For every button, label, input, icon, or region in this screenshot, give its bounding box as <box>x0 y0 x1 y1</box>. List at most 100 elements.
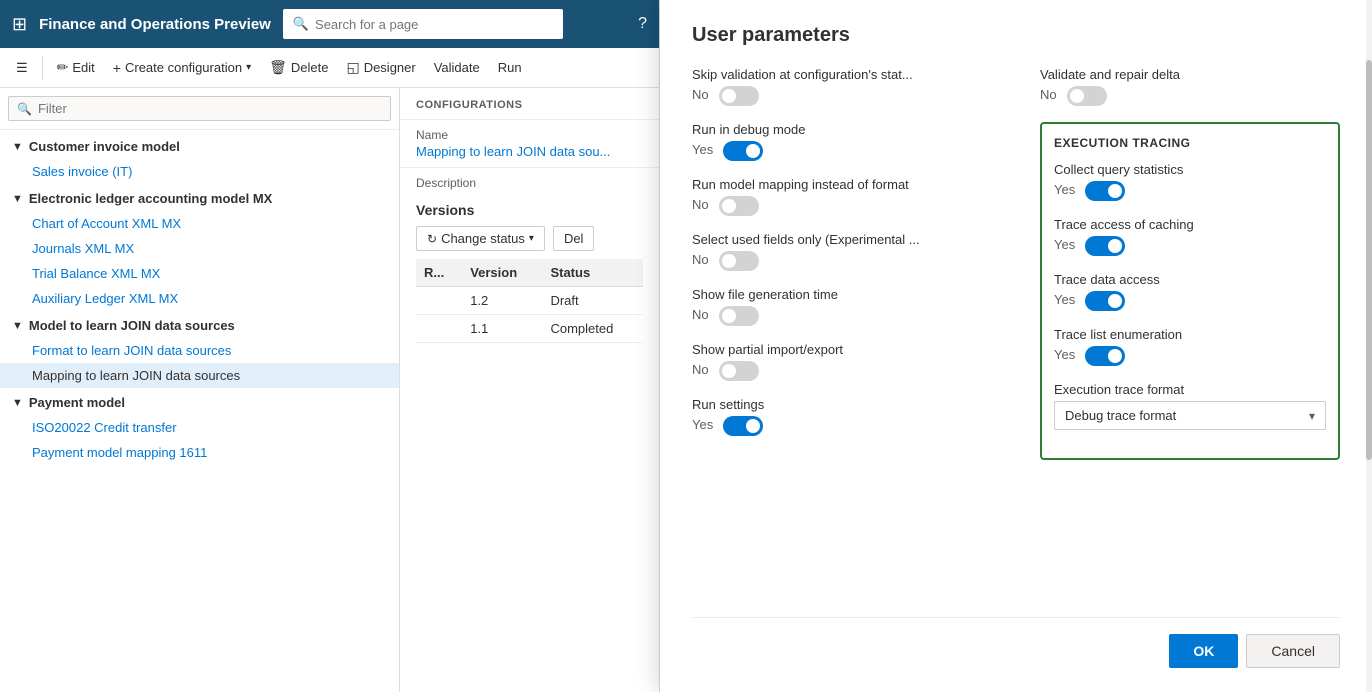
versions-section: Versions ↻ Change status ▾ Del R... <box>400 194 659 351</box>
scrollbar-thumb[interactable] <box>1366 60 1372 460</box>
param-show-partial: Show partial import/export No <box>692 342 991 381</box>
toggle-show-file-generation[interactable] <box>719 306 759 326</box>
help-icon[interactable]: ? <box>638 15 647 33</box>
filter-icon: 🔍 <box>17 102 32 116</box>
table-row[interactable]: 1.2 Draft <box>416 287 643 315</box>
toggle-run-debug[interactable] <box>723 141 763 161</box>
param-execution-trace-format: Execution trace format Debug trace forma… <box>1054 382 1326 430</box>
toggle-trace-data-access[interactable] <box>1085 291 1125 311</box>
param-select-used-fields: Select used fields only (Experimental ..… <box>692 232 991 271</box>
edit-icon: ✏ <box>57 59 69 76</box>
change-status-button[interactable]: ↻ Change status ▾ <box>416 226 545 251</box>
validate-button[interactable]: Validate <box>426 56 488 79</box>
param-run-settings: Run settings Yes <box>692 397 991 436</box>
chevron-down-icon: ▾ <box>1309 409 1315 423</box>
versions-toolbar: ↻ Change status ▾ Del <box>416 226 643 251</box>
toggle-run-model-mapping[interactable] <box>719 196 759 216</box>
sidebar-item-sales-invoice-it[interactable]: Sales invoice (IT) <box>0 159 399 184</box>
param-show-file-generation: Show file generation time No <box>692 287 991 326</box>
configs-header: CONFIGURATIONS <box>400 88 659 120</box>
delete-icon: 🗑 <box>269 59 287 76</box>
toggle-validate-repair[interactable] <box>1067 86 1107 106</box>
main-content: CONFIGURATIONS Name Mapping to learn JOI… <box>400 88 659 692</box>
delete-button[interactable]: 🗑 Delete <box>261 55 336 80</box>
filter-input-wrapper: 🔍 <box>8 96 391 121</box>
col-header-version: Version <box>462 259 542 287</box>
sidebar-item-chart-account[interactable]: Chart of Account XML MX <box>0 211 399 236</box>
search-icon: 🔍 <box>293 16 309 32</box>
filter-bar: 🔍 <box>0 88 399 130</box>
scrollbar-track <box>1366 0 1372 692</box>
ok-button[interactable]: OK <box>1169 634 1238 668</box>
refresh-icon: ↻ <box>427 232 437 246</box>
tree-group-header-model-join[interactable]: ▼ Model to learn JOIN data sources <box>0 313 399 338</box>
app-title: Finance and Operations Preview <box>39 16 271 33</box>
hamburger-icon: ☰ <box>16 60 28 76</box>
param-trace-data-access: Trace data access Yes <box>1054 272 1326 311</box>
param-skip-validation: Skip validation at configuration's stat.… <box>692 67 991 106</box>
execution-trace-format-dropdown[interactable]: Debug trace format ▾ <box>1054 401 1326 430</box>
toggle-show-partial[interactable] <box>719 361 759 381</box>
col-header-status: Status <box>542 259 643 287</box>
hamburger-button[interactable]: ☰ <box>8 56 36 80</box>
param-run-debug: Run in debug mode Yes <box>692 122 991 161</box>
dropdown-arrow-icon: ▾ <box>246 62 251 73</box>
tree-group-payment-model: ▼ Payment model ISO20022 Credit transfer… <box>0 390 399 465</box>
chevron-icon: ▼ <box>12 193 23 205</box>
tree-group-model-join: ▼ Model to learn JOIN data sources Forma… <box>0 313 399 388</box>
param-run-model-mapping: Run model mapping instead of format No <box>692 177 991 216</box>
dialog-footer: OK Cancel <box>692 617 1340 668</box>
col-header-r: R... <box>416 259 462 287</box>
sidebar-item-auxiliary-ledger[interactable]: Auxiliary Ledger XML MX <box>0 286 399 311</box>
tree-group-customer-invoice: ▼ Customer invoice model Sales invoice (… <box>0 134 399 184</box>
tree-group-header-customer-invoice[interactable]: ▼ Customer invoice model <box>0 134 399 159</box>
tree: ▼ Customer invoice model Sales invoice (… <box>0 130 399 692</box>
toggle-trace-access-caching[interactable] <box>1085 236 1125 256</box>
grid-icon[interactable]: ⊞ <box>12 14 27 35</box>
param-validate-repair: Validate and repair delta No <box>1040 67 1340 106</box>
dialog-title: User parameters <box>692 24 1340 47</box>
toolbar: ☰ ✏ Edit + Create configuration ▾ 🗑 Dele… <box>0 48 659 88</box>
execution-tracing-section: EXECUTION TRACING Collect query statisti… <box>1040 122 1340 460</box>
chevron-icon: ▼ <box>12 141 23 153</box>
right-params: Validate and repair delta No EXECUTION T… <box>1016 67 1340 617</box>
run-button[interactable]: Run <box>490 56 530 79</box>
toggle-select-used-fields[interactable] <box>719 251 759 271</box>
param-trace-list-enum: Trace list enumeration Yes <box>1054 327 1326 366</box>
dropdown-arrow-icon: ▾ <box>529 233 534 244</box>
left-params: Skip validation at configuration's stat.… <box>692 67 1016 617</box>
sidebar-item-journals-xml[interactable]: Journals XML MX <box>0 236 399 261</box>
tree-group-header-electronic-ledger[interactable]: ▼ Electronic ledger accounting model MX <box>0 186 399 211</box>
table-row[interactable]: 1.1 Completed <box>416 315 643 343</box>
search-input[interactable] <box>315 17 553 32</box>
toggle-collect-query[interactable] <box>1085 181 1125 201</box>
versions-table: R... Version Status 1.2 Draft <box>416 259 643 343</box>
sidebar-item-iso20022[interactable]: ISO20022 Credit transfer <box>0 415 399 440</box>
user-parameters-dialog: User parameters Skip validation at confi… <box>660 0 1372 692</box>
edit-button[interactable]: ✏ Edit <box>49 55 103 80</box>
filter-input[interactable] <box>38 101 382 116</box>
tree-group-header-payment-model[interactable]: ▼ Payment model <box>0 390 399 415</box>
separator <box>42 56 43 80</box>
toggle-skip-validation[interactable] <box>719 86 759 106</box>
sidebar: 🔍 ▼ Customer invoice model Sales invoice… <box>0 88 400 692</box>
param-trace-access-caching: Trace access of caching Yes <box>1054 217 1326 256</box>
toggle-run-settings[interactable] <box>723 416 763 436</box>
tree-group-electronic-ledger: ▼ Electronic ledger accounting model MX … <box>0 186 399 311</box>
params-grid: Skip validation at configuration's stat.… <box>692 67 1340 617</box>
designer-button[interactable]: ◱ Designer <box>338 55 423 80</box>
search-box: 🔍 <box>283 9 563 39</box>
sidebar-item-payment-mapping[interactable]: Payment model mapping 1611 <box>0 440 399 465</box>
cancel-button[interactable]: Cancel <box>1246 634 1340 668</box>
plus-icon: + <box>113 60 121 76</box>
designer-icon: ◱ <box>346 59 359 76</box>
sidebar-item-format-join[interactable]: Format to learn JOIN data sources <box>0 338 399 363</box>
sidebar-item-mapping-join[interactable]: Mapping to learn JOIN data sources <box>0 363 399 388</box>
sidebar-item-trial-balance[interactable]: Trial Balance XML MX <box>0 261 399 286</box>
chevron-icon: ▼ <box>12 397 23 409</box>
top-bar: ⊞ Finance and Operations Preview 🔍 ? <box>0 0 659 48</box>
toggle-trace-list-enum[interactable] <box>1085 346 1125 366</box>
create-config-button[interactable]: + Create configuration ▾ <box>105 56 259 80</box>
delete-version-button[interactable]: Del <box>553 226 595 251</box>
name-section: Name Mapping to learn JOIN data sou... <box>400 120 659 168</box>
